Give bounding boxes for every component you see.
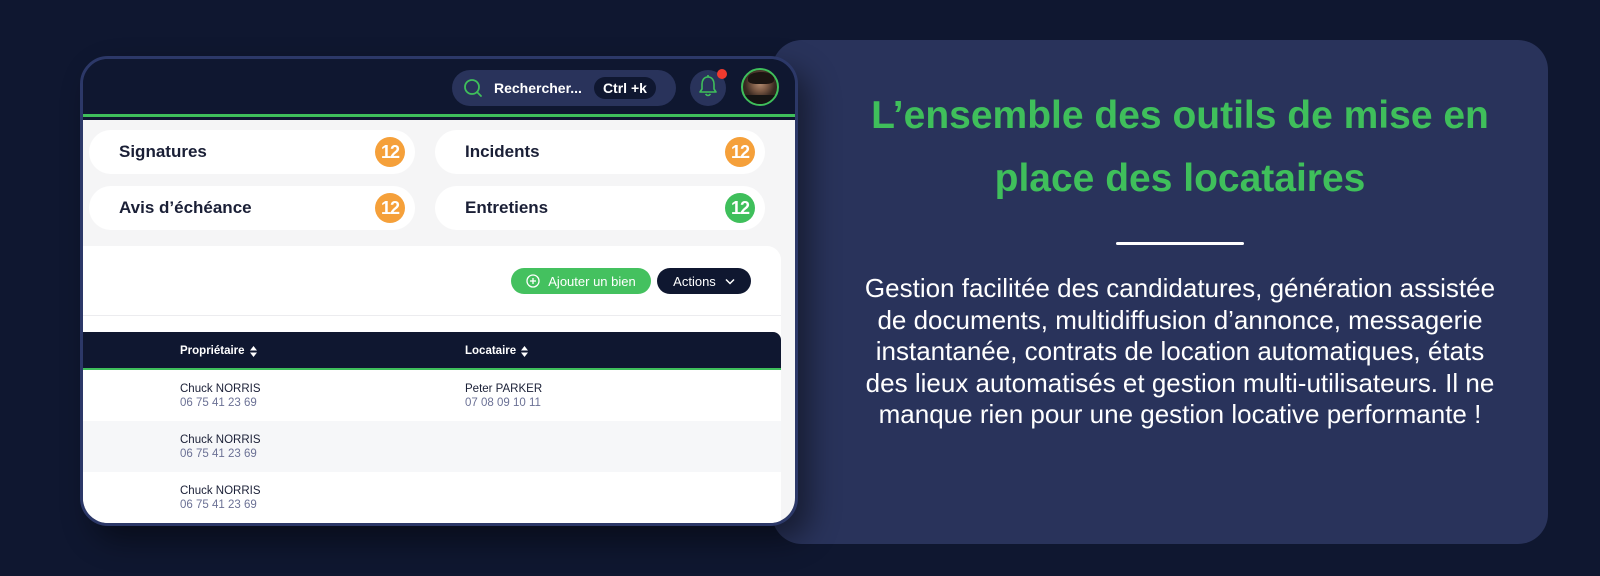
owner-cell: Chuck NORRIS 06 75 41 23 69 [180,433,261,461]
tenant-name: Peter PARKER [465,383,543,395]
stat-count-badge: 12 [375,193,405,223]
stat-label: Signatures [119,142,207,161]
app-window-mockup: Rechercher... Ctrl +k Signatures 12 Inci… [80,56,798,526]
dashboard-content: Signatures 12 Incidents 12 Avis d’échéan… [83,120,795,523]
bell-icon [697,74,719,103]
actions-label: Actions [673,273,716,289]
table-row[interactable]: Chuck NORRIS 06 75 41 23 69 [83,421,781,472]
tenant-phone: 07 08 09 10 11 [465,397,541,409]
actions-dropdown[interactable]: Actions [657,268,751,294]
stat-label: Avis d’échéance [119,198,252,217]
plus-circle-icon [526,274,540,288]
stat-card-incidents[interactable]: Incidents 12 [435,130,765,174]
table-row[interactable]: Chuck NORRIS 06 75 41 23 69 Peter PARKER… [83,370,781,421]
stat-count-badge: 12 [725,193,755,223]
stat-card-signatures[interactable]: Signatures 12 [89,130,415,174]
add-property-label: Ajouter un bien [548,273,636,289]
user-avatar[interactable] [741,68,779,106]
stat-label: Entretiens [465,198,549,217]
notification-dot [717,69,727,79]
owner-phone: 06 75 41 23 69 [180,499,257,511]
search-bar[interactable]: Rechercher... Ctrl +k [452,70,676,106]
owner-name: Chuck NORRIS [180,434,261,446]
owner-cell: Chuck NORRIS 06 75 41 23 69 [180,484,261,512]
chevron-down-icon [725,278,735,285]
table-header: Propriétaire Locataire [83,332,781,370]
stat-card-avis-echeance[interactable]: Avis d’échéance 12 [89,186,415,230]
sort-icon [521,345,529,357]
owner-phone: 06 75 41 23 69 [180,397,257,409]
sort-icon [249,345,257,357]
feature-title: L’ensemble des outils de mise en place d… [871,94,1489,200]
top-bar: Rechercher... Ctrl +k [83,59,795,117]
feature-description: Gestion facilitée des candidatures, géné… [864,273,1496,429]
stat-label: Incidents [465,142,540,161]
column-header-tenant[interactable]: Locataire [465,345,529,357]
owner-name: Chuck NORRIS [180,383,261,395]
list-toolbar: Ajouter un bien Actions [83,246,781,316]
tenant-cell: Peter PARKER 07 08 09 10 11 [465,382,542,410]
table-row[interactable]: Chuck NORRIS 06 75 41 23 69 [83,472,781,523]
search-shortcut: Ctrl +k [593,77,656,99]
owner-cell: Chuck NORRIS 06 75 41 23 69 [180,382,261,410]
stat-card-entretiens[interactable]: Entretiens 12 [435,186,765,230]
notifications-button[interactable] [690,69,727,106]
add-property-button[interactable]: Ajouter un bien [511,268,651,294]
title-divider [1116,242,1244,245]
stat-count-badge: 12 [725,137,755,167]
stat-count-badge: 12 [375,137,405,167]
property-list-panel: Ajouter un bien Actions Propriétaire Loc… [83,246,781,523]
owner-phone: 06 75 41 23 69 [180,448,257,460]
search-placeholder: Rechercher... [494,80,582,96]
column-header-owner[interactable]: Propriétaire [180,345,257,357]
owner-name: Chuck NORRIS [180,485,261,497]
search-icon [462,77,484,99]
feature-info-panel: L’ensemble des outils de mise en place d… [772,40,1548,544]
